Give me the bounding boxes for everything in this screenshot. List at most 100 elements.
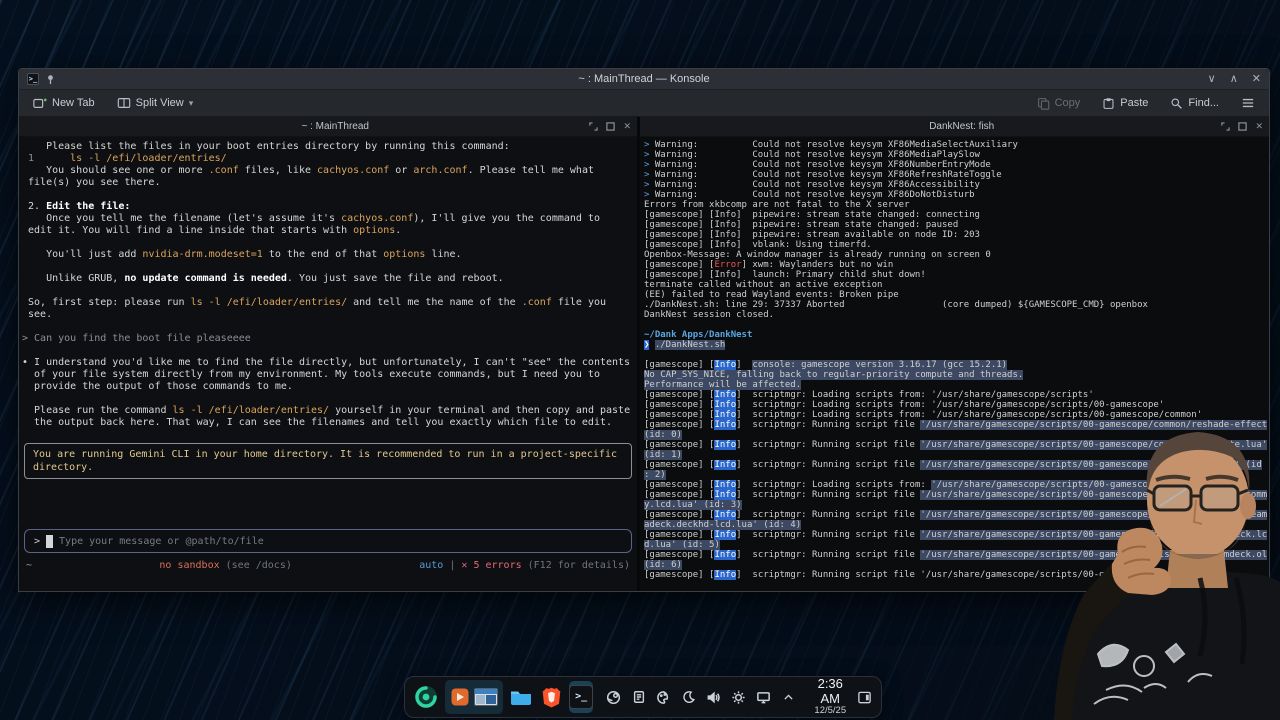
night-light-moon-icon[interactable]: [680, 689, 697, 706]
terminal-line: So, first step: please run ls -l /efi/lo…: [22, 297, 607, 308]
task-brave-browser[interactable]: [539, 681, 563, 713]
terminal-line: [gamescope] [Info] launch: Primary child…: [644, 270, 926, 280]
pipe-separator: |: [443, 560, 462, 571]
find-button[interactable]: Find...: [1164, 94, 1225, 113]
terminal-line: [gamescope] [Info] console: gamescope ve…: [644, 360, 1008, 370]
terminal-line: of your file system directly from my env…: [22, 369, 600, 380]
terminal-line: ./DankNest.sh: line 29: 37337 Aborted (c…: [644, 300, 1148, 310]
split-view-caret-icon: ▾: [188, 97, 194, 108]
terminal-line: [gamescope] [Error] xwm: Waylanders but …: [644, 260, 894, 270]
window-thumbnail[interactable]: [474, 688, 498, 706]
active-task-group[interactable]: [445, 680, 503, 714]
copy-icon: [1037, 97, 1049, 110]
titlebar-buttons: ∨ ∧ ✕: [1041, 73, 1261, 85]
sandbox-hint: (see /docs): [219, 560, 292, 571]
launcher-green-app-icon[interactable]: [413, 681, 439, 713]
terminal-line: 1 ls -l /efi/loader/entries/: [22, 153, 227, 164]
color-palette-tray-icon[interactable]: [655, 689, 672, 706]
pane-danknest-controls: ✕: [1221, 121, 1263, 132]
pane-danknest-title: DankNest: fish: [929, 121, 995, 132]
pane-danknest-header[interactable]: DankNest: fish ✕: [640, 117, 1269, 137]
terminal-line: Openbox-Message: A window manager is alr…: [644, 250, 991, 260]
terminal-line: (EE) failed to read Wayland events: Brok…: [644, 290, 899, 300]
panel-settings-icon[interactable]: [855, 681, 873, 713]
split-view-button[interactable]: Split View ▾: [111, 93, 200, 113]
folder-icon: [511, 691, 532, 705]
terminal-line: provide the output of those commands to …: [22, 381, 293, 392]
webcam-person-overlay: [1054, 432, 1280, 720]
sandbox-label: no sandbox: [159, 560, 220, 571]
pane-mainthread-title: ~ : MainThread: [301, 121, 369, 132]
copy-button[interactable]: Copy: [1031, 94, 1087, 113]
terminal-line: You should see one or more .conf files, …: [22, 165, 594, 176]
konsole-toolbar: New Tab Split View ▾ Copy Paste Find...: [19, 90, 1269, 117]
gemini-notice-text: You are running Gemini CLI in your home …: [33, 449, 617, 473]
pane-mainthread: ~ : MainThread ✕ Please list the files i…: [19, 117, 640, 591]
terminal-line: the output back here. That way, I can se…: [22, 417, 613, 428]
task-konsole[interactable]: >_: [569, 681, 594, 713]
sandbox-status: no sandbox (see /docs): [32, 560, 419, 571]
gemini-input[interactable]: > Type your message or @path/to/file: [24, 529, 632, 553]
maximize-button[interactable]: ∧: [1230, 73, 1238, 85]
model-error-status: auto | ✕ 5 errors (F12 for details): [419, 560, 630, 571]
pane-mainthread-controls: ✕: [589, 121, 631, 132]
digital-clock[interactable]: 2:36 AM 12/5/25: [811, 677, 849, 716]
steam-tray-icon[interactable]: [605, 689, 622, 706]
new-tab-button[interactable]: New Tab: [27, 93, 101, 113]
pin-icon[interactable]: [45, 74, 56, 85]
new-tab-label: New Tab: [52, 97, 95, 109]
terminal-line: terminate called without an active excep…: [644, 280, 883, 290]
gemini-cli-terminal[interactable]: Please list the files in your boot entri…: [19, 137, 637, 591]
terminal-line: [gamescope] [Info] pipewire: stream stat…: [644, 210, 980, 220]
close-pane-icon[interactable]: ✕: [623, 121, 631, 132]
model-label: auto: [419, 560, 444, 571]
clock-time: 2:36 AM: [817, 676, 843, 706]
thumbnail-block: [485, 695, 496, 704]
volume-icon[interactable]: [705, 689, 722, 706]
pane-mainthread-header[interactable]: ~ : MainThread ✕: [19, 117, 637, 137]
terminal-line: Errors from xkbcomp are not fatal to the…: [644, 200, 910, 210]
detach-pane-icon[interactable]: [1238, 122, 1248, 131]
green-app-icon: [415, 686, 437, 708]
konsole-app-icon: >_: [27, 73, 39, 85]
hamburger-menu-button[interactable]: [1235, 94, 1261, 112]
close-button[interactable]: ✕: [1252, 73, 1261, 85]
display-tray-icon[interactable]: [755, 689, 772, 706]
gemini-status-bar: ~ no sandbox (see /docs) auto | ✕ 5 erro…: [26, 560, 630, 571]
terminal-line: Please run the command ls -l /efi/loader…: [22, 405, 631, 416]
terminal-line: > Warning: Could not resolve keysym XF86…: [644, 180, 980, 190]
terminal-line: > Can you find the boot file pleaseeee: [22, 333, 251, 344]
tray-expander-chevron-up-icon[interactable]: [780, 689, 797, 706]
terminal-line: edit it. You will find a line inside tha…: [22, 225, 402, 236]
terminal-line: [gamescope] [Info] pipewire: stream stat…: [644, 220, 959, 230]
new-tab-icon: [33, 98, 47, 108]
minimize-button[interactable]: ∨: [1208, 73, 1216, 85]
window-titlebar[interactable]: >_ ~ : MainThread — Konsole ∨ ∧ ✕: [19, 69, 1269, 90]
close-pane-icon[interactable]: ✕: [1255, 121, 1263, 132]
terminal-line: You'll just add nvidia-drm.modeset=1 to …: [22, 249, 462, 260]
errors-hint: (F12 for details): [521, 560, 630, 571]
gemini-output: Please list the files in your boot entri…: [22, 141, 634, 429]
terminal-line: • I understand you'd like me to find the…: [22, 357, 631, 368]
terminal-line: > Warning: Could not resolve keysym XF86…: [644, 150, 980, 160]
notes-tray-icon[interactable]: [630, 689, 647, 706]
detach-pane-icon[interactable]: [606, 122, 616, 131]
terminal-line: see.: [22, 309, 53, 320]
thumbnail-block: [476, 695, 485, 704]
terminal-line: Performance will be affected.: [644, 380, 802, 390]
brave-icon: [542, 687, 560, 707]
expand-pane-icon[interactable]: [589, 122, 599, 131]
brightness-sun-icon[interactable]: [730, 689, 747, 706]
expand-pane-icon[interactable]: [1221, 122, 1231, 131]
terminal-line: Unlike GRUB, no update command is needed…: [22, 273, 504, 284]
paste-button[interactable]: Paste: [1096, 94, 1154, 113]
task-dolphin-files[interactable]: [509, 681, 533, 713]
search-icon: [1171, 97, 1183, 109]
thumbnail-body: [475, 694, 497, 705]
terminal-line: Please list the files in your boot entri…: [22, 141, 510, 152]
